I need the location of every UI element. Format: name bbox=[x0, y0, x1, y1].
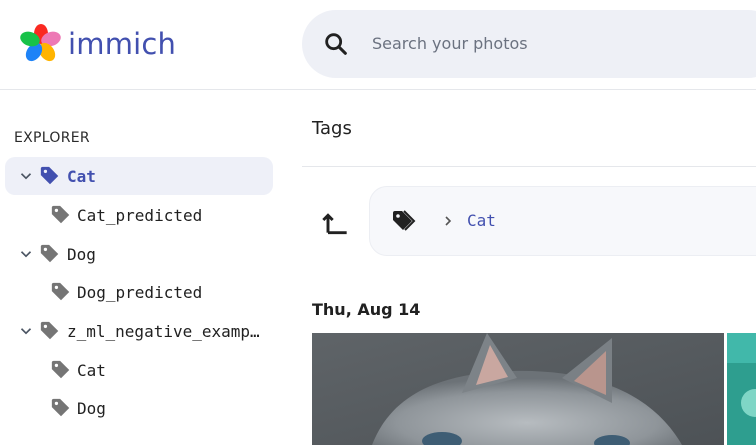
photo-image bbox=[727, 333, 756, 445]
tags-root-icon[interactable] bbox=[392, 208, 418, 234]
tag-icon bbox=[51, 282, 70, 301]
photo-thumbnail[interactable] bbox=[727, 333, 756, 445]
chevron-right-icon bbox=[445, 216, 452, 226]
tree-item-cat-predicted[interactable]: Cat_predicted bbox=[5, 196, 273, 234]
date-group-heading: Thu, Aug 14 bbox=[312, 300, 421, 319]
tree-item-label: Cat bbox=[67, 167, 96, 186]
page-title: Tags bbox=[312, 118, 352, 139]
tree-item-label: Cat bbox=[77, 361, 106, 380]
tree-item-label: Dog bbox=[67, 245, 96, 264]
tag-icon bbox=[40, 166, 59, 185]
back-arrow-icon[interactable] bbox=[320, 206, 352, 238]
tree-item-label: Dog_predicted bbox=[77, 283, 203, 302]
search-input[interactable]: Search your photos bbox=[372, 34, 528, 53]
search-icon[interactable] bbox=[322, 30, 350, 58]
tree-item-label: Dog bbox=[77, 399, 106, 418]
explorer-heading: EXPLORER bbox=[14, 130, 90, 146]
breadcrumb: Cat bbox=[369, 186, 756, 256]
app-logo[interactable]: immich bbox=[20, 23, 176, 65]
chevron-down-icon[interactable] bbox=[17, 322, 35, 340]
breadcrumb-current[interactable]: Cat bbox=[467, 211, 496, 230]
tag-icon bbox=[40, 321, 59, 340]
immich-logo-icon bbox=[20, 24, 61, 62]
logo-text: immich bbox=[68, 27, 177, 61]
tag-icon bbox=[51, 398, 70, 417]
top-bar: immich Search your photos bbox=[0, 0, 756, 90]
main-content: Tags Cat Thu, Aug 14 bbox=[302, 90, 756, 445]
photo-thumbnail-cat[interactable] bbox=[312, 333, 724, 445]
chevron-down-icon[interactable] bbox=[17, 245, 35, 263]
tree-item-label: Cat_predicted bbox=[77, 206, 203, 225]
tree-item-dog-predicted[interactable]: Dog_predicted bbox=[5, 273, 273, 311]
tree-item-negative-dog[interactable]: Dog bbox=[5, 389, 273, 427]
tree-item-z-ml-negative-examples[interactable]: z_ml_negative_examples bbox=[5, 312, 273, 350]
tag-icon bbox=[51, 205, 70, 224]
divider bbox=[302, 166, 756, 167]
tree-item-negative-cat[interactable]: Cat bbox=[5, 351, 273, 389]
tree-item-dog[interactable]: Dog bbox=[5, 235, 273, 273]
cat-photo-image bbox=[312, 333, 724, 445]
sidebar: EXPLORER Cat Cat_predicted Dog Dog_predi… bbox=[0, 90, 290, 445]
tree-item-label: z_ml_negative_examples bbox=[67, 322, 269, 341]
tag-icon bbox=[51, 360, 70, 379]
tag-icon bbox=[40, 244, 59, 263]
chevron-down-icon[interactable] bbox=[17, 167, 35, 185]
tree-item-cat[interactable]: Cat bbox=[5, 157, 273, 195]
search-bar[interactable]: Search your photos bbox=[302, 10, 756, 78]
